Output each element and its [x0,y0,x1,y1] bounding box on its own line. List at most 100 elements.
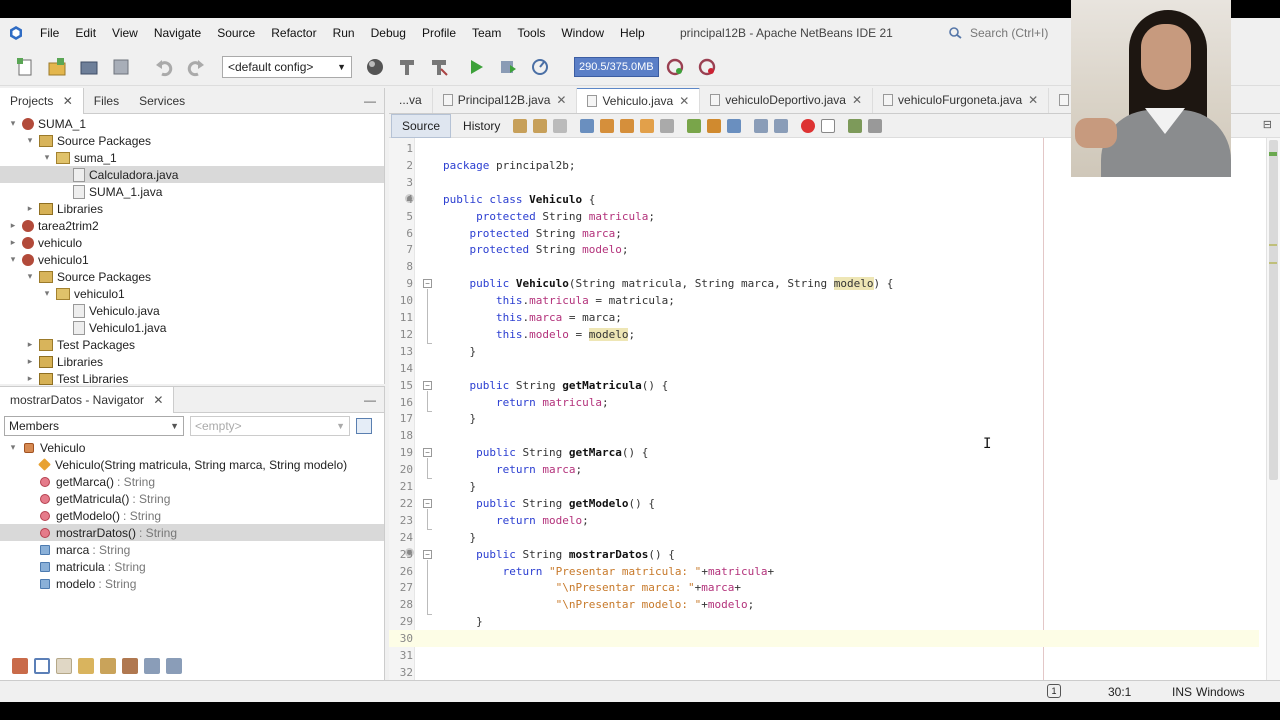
close-icon[interactable]: ✕ [1028,93,1038,107]
close-icon[interactable]: ✕ [852,93,862,107]
chevron-down-icon[interactable]: ▾ [25,271,35,282]
tree-item[interactable]: ▾ suma_1 [0,149,384,166]
tab-services[interactable]: Services [129,88,195,114]
menu-help[interactable]: Help [612,18,653,48]
globe-icon[interactable] [364,56,386,78]
menu-edit[interactable]: Edit [67,18,104,48]
config-select[interactable]: <default config> ▼ [222,55,352,78]
chevron-right-icon[interactable]: ▸ [25,356,35,367]
next-bookmark-icon[interactable] [707,118,722,133]
restore-window-icon[interactable]: ⊟ [1263,118,1272,131]
javadoc-icon[interactable] [122,658,138,674]
redo-icon[interactable] [185,56,207,78]
navigator-member[interactable]: getModelo(): String [0,507,384,524]
tree-item[interactable]: ▸ Libraries [0,353,384,370]
tree-item[interactable]: Vehiculo1.java [0,319,384,336]
lock-icon[interactable] [78,658,94,674]
code-editor[interactable]: − − − − − 1 2 package principal2b; 3 4 public… [389,138,1280,682]
chevron-down-icon[interactable]: ▾ [42,288,52,299]
menu-navigate[interactable]: Navigate [146,18,209,48]
chevron-right-icon[interactable]: ▸ [8,220,18,231]
tree-item[interactable]: ▸ tarea2trim2 [0,217,384,234]
toggle-bookmark-icon[interactable] [727,118,742,133]
uncomment-icon[interactable] [868,118,883,133]
save-all-icon[interactable] [110,56,132,78]
menu-view[interactable]: View [104,18,146,48]
chevron-down-icon[interactable]: ▾ [8,442,18,453]
notifications-icon[interactable]: 1 [1047,684,1061,698]
chevron-down-icon[interactable]: ▾ [8,118,18,129]
close-icon[interactable]: ✕ [153,393,163,407]
menu-refactor[interactable]: Refactor [263,18,324,48]
navigator-options-icon[interactable] [356,418,372,434]
tab-files[interactable]: Files [84,88,129,114]
menu-file[interactable]: File [32,18,67,48]
navigator-member[interactable]: getMatricula(): String [0,490,384,507]
find-icon[interactable] [580,118,595,133]
tree-item[interactable]: Vehiculo.java [0,302,384,319]
build-hammer-icon[interactable] [396,56,418,78]
menu-source[interactable]: Source [209,18,263,48]
menu-tools[interactable]: Tools [509,18,553,48]
shift-right-icon[interactable] [774,118,789,133]
inherited-filter-icon[interactable] [12,658,28,674]
source-view-button[interactable]: Source [391,113,452,138]
record-macro-icon[interactable] [801,118,816,133]
tree-item[interactable]: ▾ vehiculo1 [0,251,384,268]
minimize-icon[interactable]: — [364,88,376,114]
tree-item[interactable]: ▾ vehiculo1 [0,285,384,302]
sort-by-source-icon[interactable] [166,658,182,674]
inner-classes-icon[interactable] [100,658,116,674]
navigator-member[interactable]: mostrarDatos(): String [0,524,384,541]
stop-macro-icon[interactable] [821,118,836,133]
memory-indicator[interactable]: 290.5/375.0MB [574,56,659,77]
tree-item[interactable]: ▸ Libraries [0,200,384,217]
run-icon[interactable] [465,56,487,78]
menu-window[interactable]: Window [553,18,612,48]
find-next-icon[interactable] [620,118,635,133]
chevron-right-icon[interactable]: ▸ [8,237,18,248]
tree-item[interactable]: ▸ vehiculo [0,234,384,251]
scrollbar-thumb[interactable] [1269,140,1278,480]
editor-tab[interactable]: Principal12B.java ✕ [433,88,578,113]
static-filter-icon[interactable] [56,658,72,674]
chevron-right-icon[interactable]: ▸ [25,339,35,350]
insert-mode[interactable]: INS [1172,681,1192,703]
new-file-icon[interactable] [14,56,36,78]
navigator-root[interactable]: ▾ Vehiculo [0,439,384,456]
history-view-button[interactable]: History [453,115,510,137]
menu-profile[interactable]: Profile [414,18,464,48]
navigator-member[interactable]: getMarca(): String [0,473,384,490]
debug-icon[interactable] [497,56,519,78]
tree-item[interactable]: ▸ Test Packages [0,336,384,353]
chevron-down-icon[interactable]: ▾ [8,254,18,265]
profile-icon[interactable] [529,56,551,78]
comment-icon[interactable] [848,118,863,133]
open-project-icon[interactable] [78,56,100,78]
chevron-down-icon[interactable]: ▾ [42,152,52,163]
navigator-member[interactable]: matricula: String [0,558,384,575]
find-previous-icon[interactable] [600,118,615,133]
tree-item[interactable]: ▾ Source Packages [0,268,384,285]
minimize-icon[interactable]: — [364,387,376,413]
undo-icon[interactable] [153,56,175,78]
tree-item[interactable]: SUMA_1.java [0,183,384,200]
tree-item[interactable]: ▾ SUMA_1 [0,115,384,132]
toggle-highlight-icon[interactable] [660,118,675,133]
tab-projects[interactable]: Projects ✕ [0,87,84,114]
shift-left-icon[interactable] [754,118,769,133]
tab-navigator[interactable]: mostrarDatos - Navigator ✕ [0,386,175,413]
navigator-member[interactable]: modelo: String [0,575,384,592]
menu-run[interactable]: Run [325,18,363,48]
fields-filter-icon[interactable] [34,658,50,674]
gc-profile-icon[interactable] [696,56,718,78]
secondary-filter-select[interactable]: <empty> ▼ [190,416,350,436]
navigator-member[interactable]: marca: String [0,541,384,558]
navigator-member[interactable]: Vehiculo(String matricula, String marca,… [0,456,384,473]
caret-position[interactable]: 30:1 [1108,681,1131,703]
members-filter-select[interactable]: Members ▼ [4,416,184,436]
quick-search[interactable]: Search (Ctrl+I) [948,24,1068,42]
find-selection-icon[interactable] [640,118,655,133]
editor-tab[interactable]: vehiculoDeportivo.java ✕ [700,88,874,113]
tree-item[interactable]: ▾ Source Packages [0,132,384,149]
